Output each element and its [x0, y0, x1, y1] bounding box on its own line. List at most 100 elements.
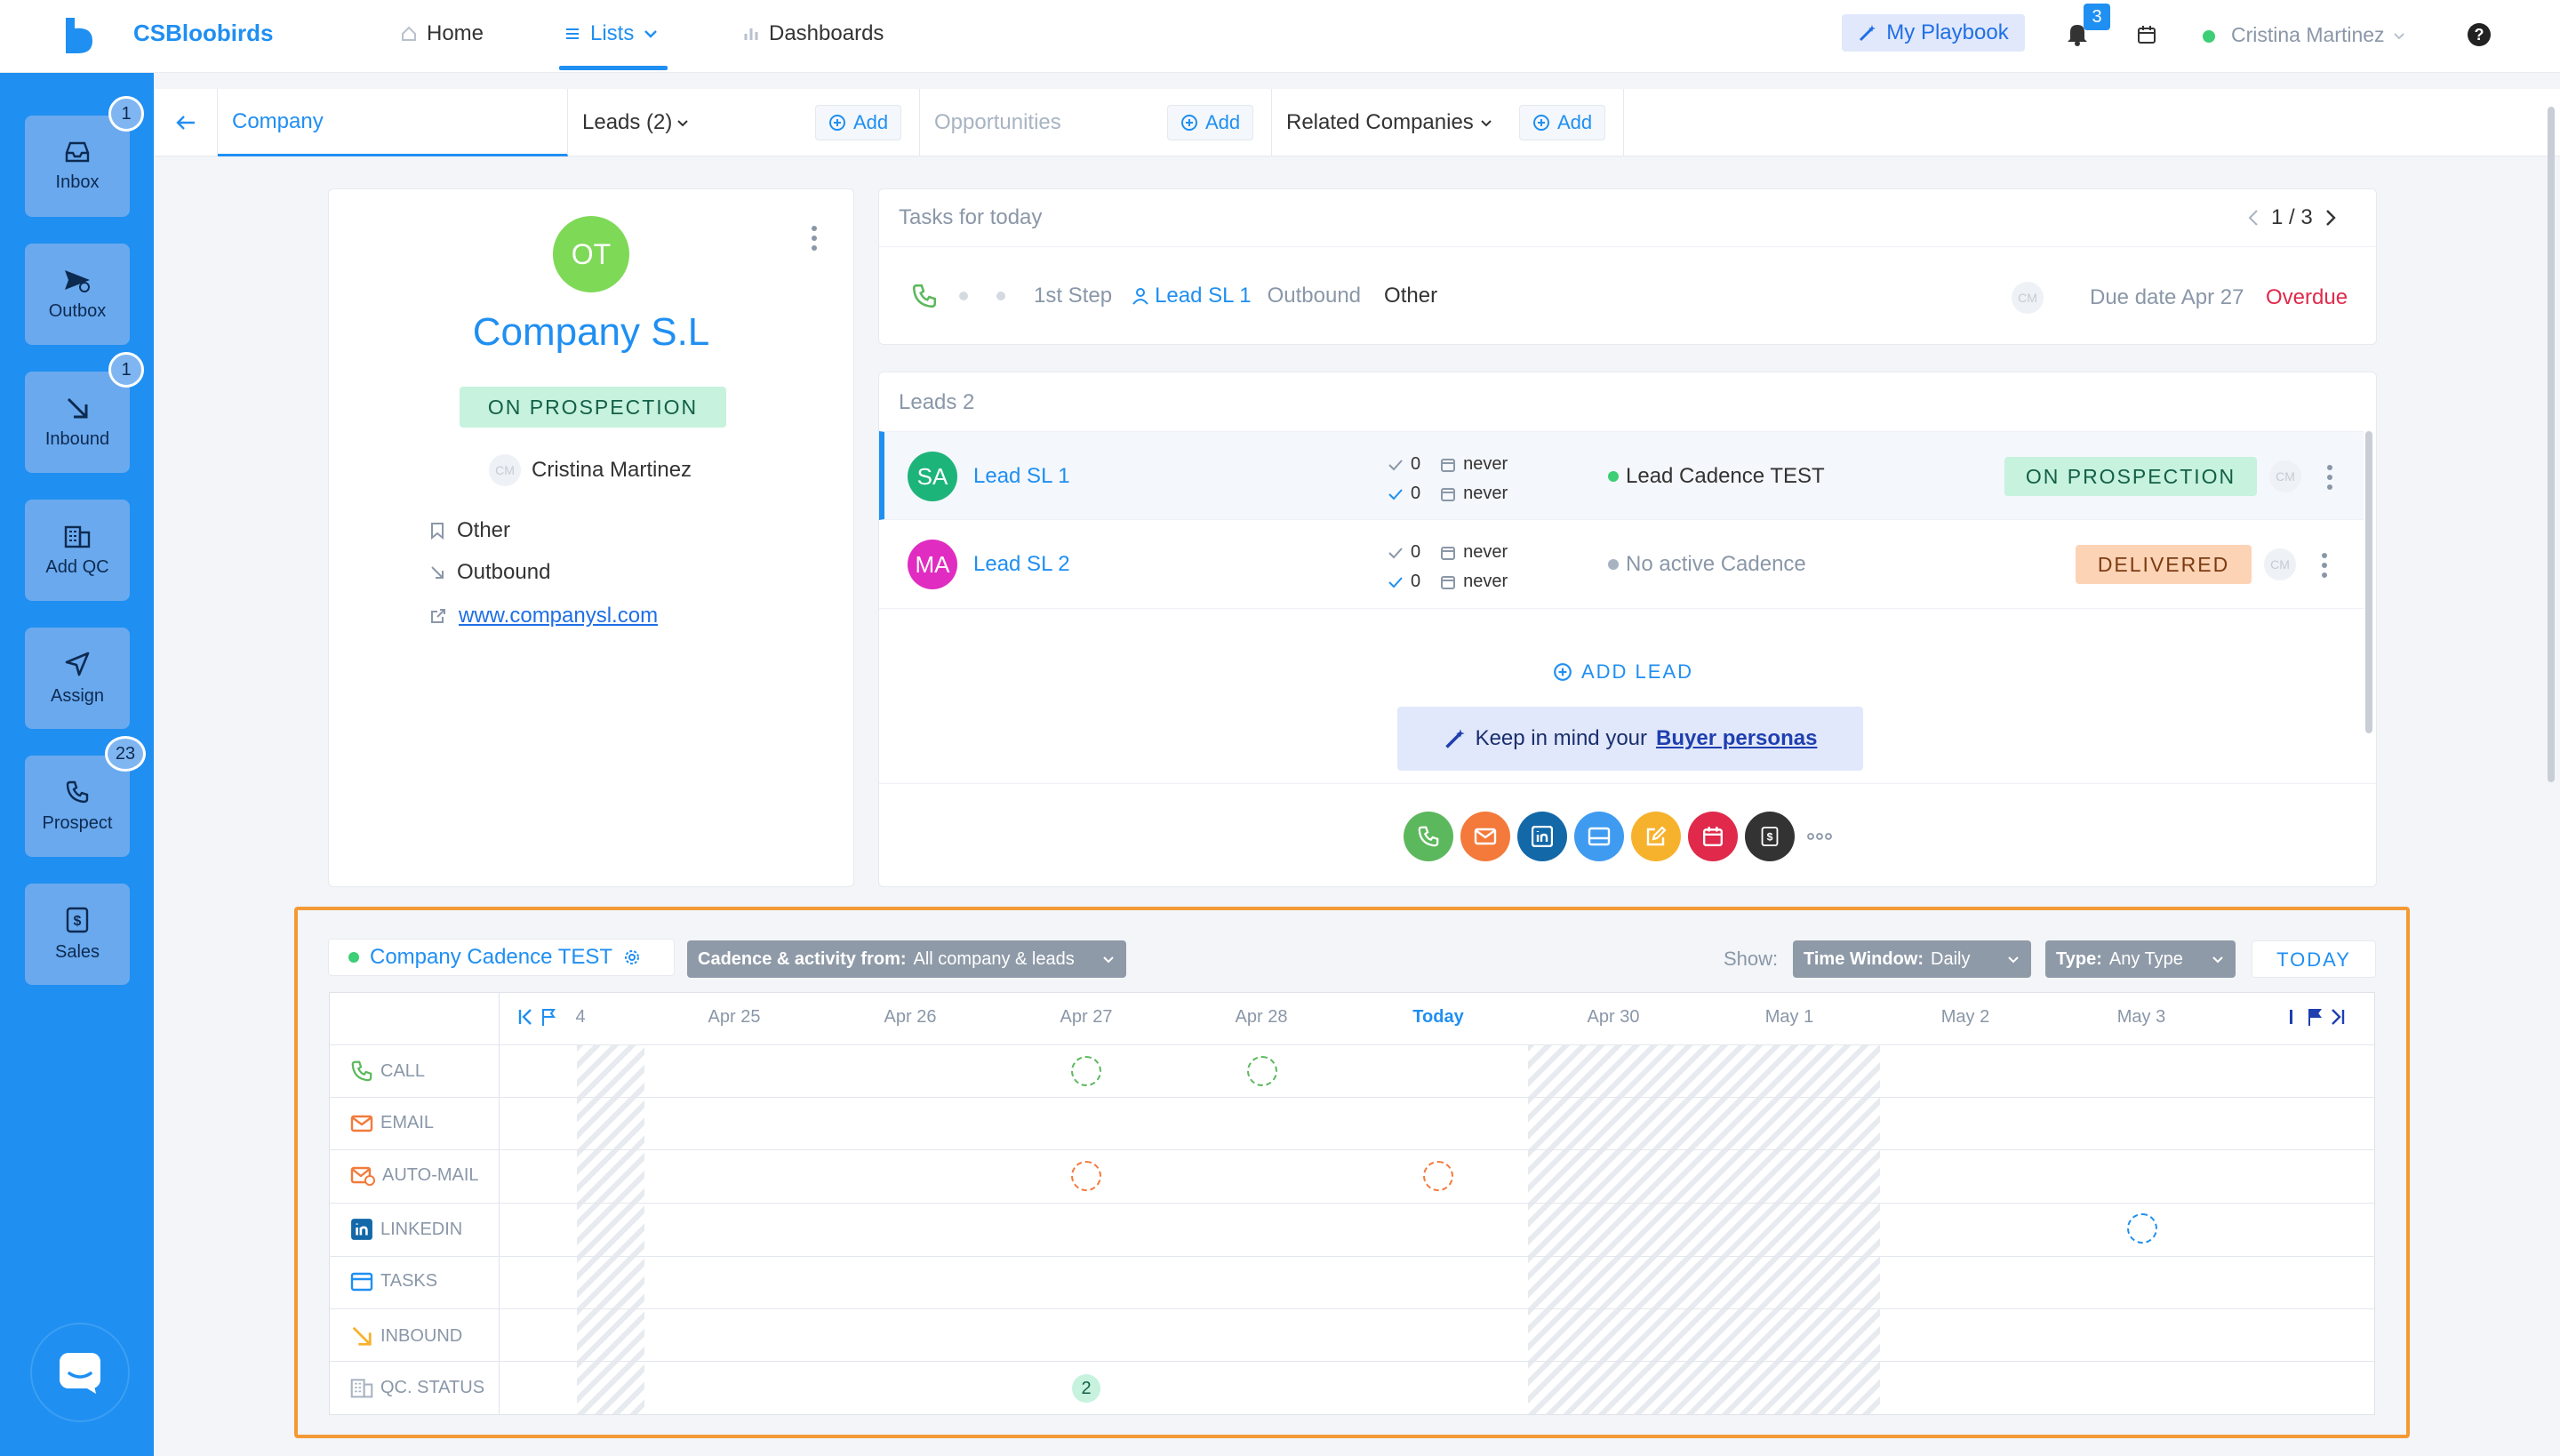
company-website[interactable]: www.companysl.com: [430, 604, 658, 628]
phone-icon: [351, 1060, 372, 1082]
chat-button[interactable]: [32, 1324, 128, 1420]
timeline-nav-right[interactable]: [2290, 1007, 2346, 1027]
add-opportunity-button[interactable]: Add: [1167, 105, 1254, 140]
arrow-down-right-icon: [431, 566, 444, 579]
kebab-menu-icon[interactable]: [2326, 464, 2333, 491]
kebab-menu-icon[interactable]: [2321, 552, 2328, 579]
sidebar-item-inbox[interactable]: Inbox: [25, 116, 130, 217]
linkedin-event-marker[interactable]: [2127, 1213, 2157, 1244]
company-avatar: OT: [553, 216, 629, 292]
company-status-badge[interactable]: ON PROSPECTION: [460, 387, 726, 428]
sidebar-item-outbox[interactable]: Outbox: [25, 244, 130, 345]
stat-count: 0: [1411, 572, 1421, 591]
time-window-select[interactable]: Time Window: Daily: [1793, 940, 2031, 978]
owner-name: Cristina Martinez: [532, 458, 692, 482]
plus-circle-icon: [829, 115, 845, 131]
cadence-name: Company Cadence TEST: [370, 945, 613, 969]
more-icon[interactable]: [1802, 812, 1837, 861]
auto-mail-event-marker[interactable]: [1071, 1161, 1101, 1191]
user-menu[interactable]: Cristina Martinez: [2231, 23, 2406, 47]
cadence-name-chip[interactable]: Company Cadence TEST: [328, 939, 675, 976]
stat-date: never: [1463, 572, 1508, 591]
label-column-divider: [499, 993, 500, 1414]
nav-home[interactable]: Home: [400, 21, 484, 46]
sidebar-item-assign[interactable]: Assign: [25, 628, 130, 729]
kebab-menu-icon[interactable]: [811, 225, 818, 252]
flag-filled-icon: [2308, 1009, 2322, 1026]
mail-icon: [350, 1115, 373, 1132]
lead-name[interactable]: Lead SL 1: [973, 464, 1070, 489]
row-divider: [329, 1203, 2375, 1204]
phone-icon: [912, 284, 937, 308]
email-action-button[interactable]: [1460, 812, 1510, 861]
website-link[interactable]: www.companysl.com: [459, 604, 658, 628]
chevron-left-icon[interactable]: [2248, 209, 2259, 227]
inbox-icon: [65, 141, 90, 162]
leads-scrollbar[interactable]: [2365, 431, 2372, 733]
nav-dashboards[interactable]: Dashboards: [742, 21, 884, 46]
navigation-icon: [65, 652, 90, 676]
chevron-down-icon: [644, 30, 658, 38]
cadence-filter-select[interactable]: Cadence & activity from: All company & l…: [687, 940, 1126, 978]
lead-name[interactable]: Lead SL 2: [973, 552, 1070, 577]
tasks-title: Tasks for today: [899, 205, 1043, 229]
sidebar-item-prospect[interactable]: Prospect: [25, 756, 130, 857]
chevron-down-icon: [1103, 956, 1114, 964]
page-scrollbar[interactable]: [2548, 107, 2555, 782]
call-event-marker[interactable]: [1071, 1056, 1101, 1086]
my-playbook-button[interactable]: My Playbook: [1842, 14, 2025, 52]
linkedin-action-button[interactable]: [1517, 812, 1567, 861]
filter-value: All company & leads: [913, 948, 1075, 969]
date-label: May 1: [1764, 1007, 1814, 1027]
row-divider: [329, 1149, 2375, 1150]
call-event-marker[interactable]: [1247, 1056, 1277, 1086]
tasks-pager: 1 / 3: [2248, 205, 2336, 230]
nav-active-underline: [559, 66, 668, 70]
linkedin-icon: [351, 1219, 372, 1240]
sidebar-item-inbound[interactable]: Inbound: [25, 372, 130, 473]
buyer-personas-link[interactable]: Buyer personas: [1656, 726, 1817, 751]
task-type: Outbound: [1267, 284, 1362, 308]
meeting-action-button[interactable]: [1574, 812, 1624, 861]
task-lead-link[interactable]: Lead SL 1: [1155, 284, 1252, 308]
sidebar-item-label: Add QC: [45, 556, 109, 577]
leads-title: Leads 2: [899, 390, 975, 414]
lead-row[interactable]: MA Lead SL 2 0 never 0 never No active C…: [879, 520, 2364, 609]
lead-initials: MA: [915, 550, 950, 578]
sidebar-item-add-qc[interactable]: Add QC: [25, 500, 130, 601]
my-playbook-label: My Playbook: [1886, 20, 2009, 44]
note-action-button[interactable]: [1631, 812, 1681, 861]
back-button[interactable]: [154, 89, 218, 156]
add-lead-button[interactable]: ADD LEAD: [1553, 660, 1693, 684]
add-lead-tab-button[interactable]: Add: [815, 105, 902, 140]
today-button[interactable]: TODAY: [2252, 940, 2376, 978]
building-icon: [350, 1379, 373, 1398]
svg-text:$: $: [74, 914, 82, 929]
gear-icon[interactable]: [623, 948, 641, 966]
company-card: OT Company S.L ON PROSPECTION CM Cristin…: [328, 188, 854, 887]
qc-status-event-badge[interactable]: 2: [1072, 1374, 1100, 1403]
tab-company[interactable]: Company: [218, 89, 568, 156]
sales-action-button[interactable]: $: [1745, 812, 1795, 861]
bloobirds-logo[interactable]: [62, 16, 98, 55]
bar-chart-icon: [744, 28, 758, 40]
skip-end-icon: [2332, 1009, 2345, 1025]
calendar-action-button[interactable]: [1688, 812, 1738, 861]
tab-leads-label: Leads (2): [582, 110, 673, 134]
sidebar-item-sales[interactable]: $ Sales: [25, 884, 130, 985]
calendar-icon[interactable]: [2137, 25, 2156, 44]
arrow-down-right-icon: [352, 1326, 372, 1346]
cadence-name: Lead Cadence TEST: [1626, 464, 1825, 488]
lead-status-badge[interactable]: ON PROSPECTION: [2004, 457, 2257, 496]
lead-status-badge[interactable]: DELIVERED: [2076, 545, 2252, 584]
auto-mail-event-marker[interactable]: [1423, 1161, 1453, 1191]
call-action-button[interactable]: [1404, 812, 1453, 861]
external-link-icon: [431, 609, 445, 623]
type-select[interactable]: Type: Any Type: [2045, 940, 2236, 978]
add-related-button[interactable]: Add: [1519, 105, 1606, 140]
app-name: CSBloobirds: [133, 20, 274, 46]
lead-row[interactable]: SA Lead SL 1 0 never 0 never Lead Cadenc…: [879, 431, 2364, 520]
help-icon[interactable]: ?: [2468, 23, 2491, 46]
chevron-right-icon[interactable]: [2325, 209, 2336, 227]
nav-lists[interactable]: Lists: [564, 21, 659, 46]
